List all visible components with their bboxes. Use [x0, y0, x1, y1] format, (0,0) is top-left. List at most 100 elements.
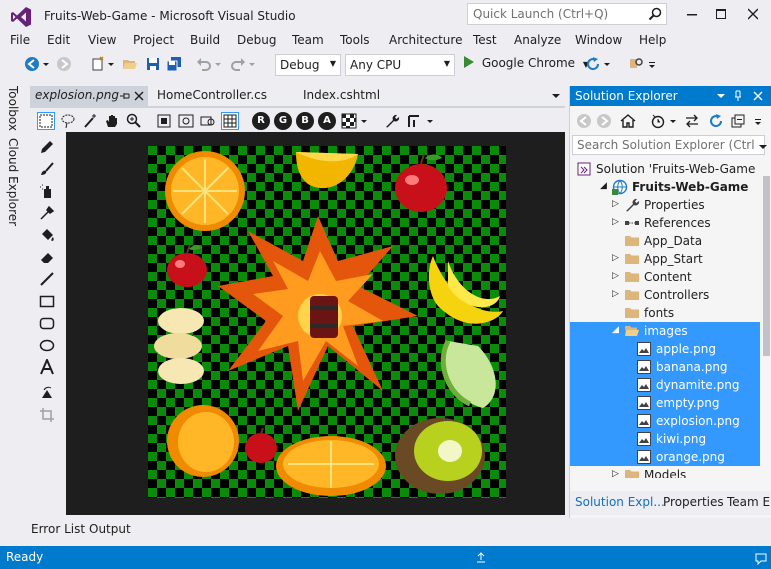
toolbar-overflow-icon[interactable]: [753, 113, 763, 129]
pencil-icon[interactable]: [39, 139, 55, 155]
menu-help[interactable]: Help: [639, 33, 666, 47]
tree-item[interactable]: App_Data: [570, 232, 760, 250]
eyedropper-icon[interactable]: [39, 205, 55, 221]
pixel-grid-icon[interactable]: [221, 112, 239, 130]
maximize-button[interactable]: [706, 4, 736, 24]
tree-item[interactable]: ▷ Models: [570, 466, 760, 478]
brush-icon[interactable]: [39, 161, 55, 177]
menu-analyze[interactable]: Analyze: [514, 33, 561, 47]
alpha-channel-button[interactable]: A: [318, 112, 336, 130]
tree-item[interactable]: ▷ Properties: [570, 196, 760, 214]
menu-team[interactable]: Team: [292, 33, 324, 47]
close-button[interactable]: [738, 4, 768, 24]
wrench-icon[interactable]: [384, 113, 400, 129]
collapsed-arrow-icon[interactable]: ▷: [612, 253, 622, 265]
eraser-icon[interactable]: [39, 249, 55, 265]
menu-tools[interactable]: Tools: [340, 33, 370, 47]
search-options-dropdown-icon[interactable]: [758, 142, 768, 152]
tab-explosion-png[interactable]: explosion.png: [30, 86, 148, 106]
tree-item[interactable]: ◢ images: [570, 322, 760, 340]
new-project-icon[interactable]: [90, 56, 106, 72]
green-channel-button[interactable]: G: [274, 112, 292, 130]
tree-item[interactable]: Solution 'Fruits-Web-Game: [570, 160, 760, 178]
chevron-down-icon[interactable]: [426, 113, 434, 129]
collapsed-arrow-icon[interactable]: ▷: [612, 199, 622, 211]
tab-index-cshtml[interactable]: Index.cshtml: [298, 86, 385, 106]
minimize-button[interactable]: [677, 4, 707, 24]
tree-item[interactable]: kiwi.png: [570, 430, 760, 448]
home-icon[interactable]: [620, 113, 636, 129]
crop-tool-icon[interactable]: [39, 407, 55, 423]
menu-build[interactable]: Build: [190, 33, 220, 47]
text-tool-icon[interactable]: [39, 359, 55, 375]
close-icon[interactable]: [753, 91, 763, 101]
collapsed-arrow-icon[interactable]: ▷: [612, 469, 622, 478]
pin-icon[interactable]: [733, 90, 743, 102]
actual-size-icon[interactable]: [156, 113, 172, 129]
advanced-options-icon[interactable]: [406, 113, 422, 129]
zoom-icon[interactable]: [126, 113, 142, 129]
save-icon[interactable]: [145, 56, 161, 72]
menu-architecture[interactable]: Architecture: [389, 33, 462, 47]
tree-item[interactable]: ◢ Fruits-Web-Game: [570, 178, 760, 196]
back-icon[interactable]: [576, 113, 592, 129]
redo-icon[interactable]: [230, 56, 246, 72]
collapse-all-icon[interactable]: [730, 113, 746, 129]
menu-view[interactable]: View: [88, 33, 116, 47]
chevron-down-icon[interactable]: [360, 113, 368, 129]
rectangle-tool-icon[interactable]: [39, 293, 55, 309]
background-checker-icon[interactable]: [341, 113, 357, 129]
rectangle-select-icon[interactable]: [37, 112, 55, 130]
menu-edit[interactable]: Edit: [47, 33, 70, 47]
tree-item[interactable]: empty.png: [570, 394, 760, 412]
search-icon[interactable]: [647, 6, 663, 22]
fill-bucket-icon[interactable]: [39, 227, 55, 243]
platform-combo[interactable]: Any CPU ▼: [345, 54, 455, 76]
undo-dropdown-icon[interactable]: [214, 56, 222, 72]
expanded-arrow-icon[interactable]: ◢: [600, 181, 610, 193]
rotate-tool-icon[interactable]: [39, 385, 55, 401]
tab-properties[interactable]: Properties: [663, 495, 724, 509]
save-all-icon[interactable]: [166, 56, 182, 72]
lasso-select-icon[interactable]: [60, 113, 76, 129]
back-dropdown-icon[interactable]: [42, 56, 50, 72]
zoom-100-icon[interactable]: [200, 113, 216, 129]
tree-item[interactable]: ▷ Content: [570, 268, 760, 286]
quick-launch-input[interactable]: Quick Launch (Ctrl+Q): [467, 3, 667, 25]
refresh-icon[interactable]: [708, 113, 724, 129]
tab-homecontroller-cs[interactable]: HomeController.cs: [152, 86, 272, 106]
line-tool-icon[interactable]: [39, 271, 55, 287]
blue-channel-button[interactable]: B: [296, 112, 314, 130]
notifications-icon[interactable]: [754, 551, 768, 565]
sync-with-active-document-icon[interactable]: [684, 113, 700, 129]
forward-icon[interactable]: [596, 113, 612, 129]
tree-item[interactable]: ▷ Controllers: [570, 286, 760, 304]
tab-team-explorer[interactable]: Team E: [727, 495, 770, 509]
airbrush-icon[interactable]: [39, 183, 55, 199]
rounded-rectangle-tool-icon[interactable]: [39, 315, 55, 331]
close-icon[interactable]: [134, 91, 144, 101]
panel-dropdown-icon[interactable]: [716, 91, 726, 101]
tree-item[interactable]: ▷ App_Start: [570, 250, 760, 268]
refresh-dropdown-icon[interactable]: [603, 56, 611, 72]
tab-overflow-dropdown-icon[interactable]: [551, 91, 561, 101]
back-icon[interactable]: [24, 56, 40, 72]
collapsed-arrow-icon[interactable]: ▷: [612, 289, 622, 301]
redo-dropdown-icon[interactable]: [248, 56, 256, 72]
expanded-arrow-icon[interactable]: ◢: [612, 325, 622, 337]
tree-item[interactable]: fonts: [570, 304, 760, 322]
red-channel-button[interactable]: R: [252, 112, 270, 130]
tree-item[interactable]: banana.png: [570, 358, 760, 376]
menu-debug[interactable]: Debug: [237, 33, 276, 47]
open-file-icon[interactable]: [122, 56, 138, 72]
toolbar-options-icon[interactable]: [648, 56, 656, 72]
pending-changes-filter-icon[interactable]: [650, 113, 666, 129]
menu-project[interactable]: Project: [133, 33, 174, 47]
new-dropdown-icon[interactable]: [107, 56, 115, 72]
tree-item[interactable]: apple.png: [570, 340, 760, 358]
refresh-browser-icon[interactable]: [585, 56, 601, 72]
pin-icon[interactable]: [120, 91, 130, 101]
cloud-explorer-tab[interactable]: Cloud Explorer: [6, 138, 20, 226]
menu-window[interactable]: Window: [575, 33, 622, 47]
pan-hand-icon[interactable]: [104, 113, 120, 129]
